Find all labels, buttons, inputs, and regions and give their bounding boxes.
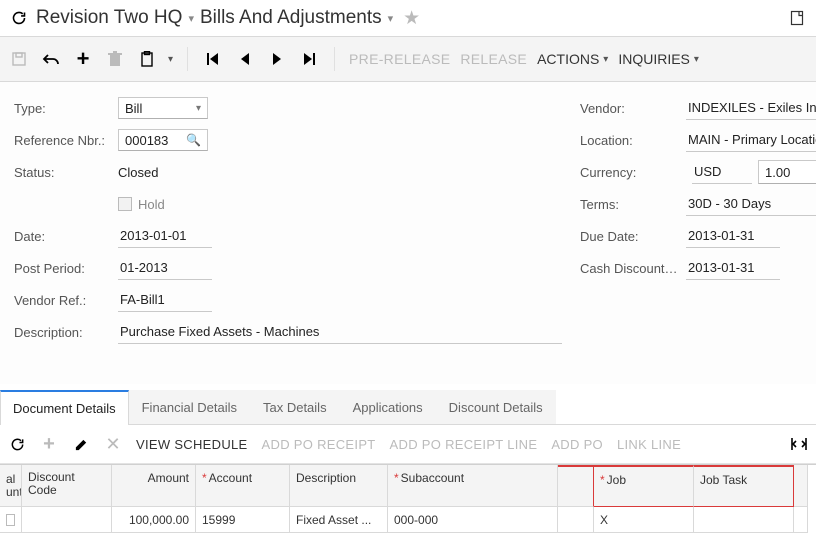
description-label: Description:: [14, 325, 118, 340]
tab-applications[interactable]: Applications: [340, 390, 436, 424]
add-icon[interactable]: +: [72, 48, 94, 70]
col-hdr-end: [794, 465, 808, 507]
clipboard-icon[interactable]: [136, 48, 158, 70]
nav-prev-icon[interactable]: [234, 48, 256, 70]
postperiod-field[interactable]: 01-2013: [118, 257, 212, 280]
currency-rate[interactable]: 1.00 ▾: [758, 160, 816, 184]
currency-label: Currency:: [580, 165, 686, 180]
col-hdr-account[interactable]: Account: [196, 465, 290, 507]
delete-icon: [104, 48, 126, 70]
chevron-down-icon[interactable]: ▾: [388, 12, 394, 25]
type-label: Type:: [14, 101, 118, 116]
refresh-icon[interactable]: [8, 7, 30, 29]
row-selector[interactable]: [6, 514, 15, 526]
cell-job-task[interactable]: [694, 507, 794, 533]
search-icon[interactable]: 🔍: [186, 133, 201, 147]
chevron-down-icon[interactable]: ▾: [188, 12, 194, 25]
location-label: Location:: [580, 133, 686, 148]
vendorref-field[interactable]: FA-Bill1: [118, 289, 212, 312]
view-schedule-button[interactable]: VIEW SCHEDULE: [136, 437, 248, 452]
postperiod-label: Post Period:: [14, 261, 118, 276]
grid-add-icon: +: [40, 435, 58, 453]
cell-end: [794, 507, 808, 533]
col-hdr-discount-code[interactable]: DiscountCode: [22, 465, 112, 507]
tab-document-details[interactable]: Document Details: [0, 390, 129, 425]
breadcrumb: Revision Two HQ ▾ Bills And Adjustments …: [36, 7, 420, 30]
grid-refresh-icon[interactable]: [8, 435, 26, 453]
vendor-label: Vendor:: [580, 101, 686, 116]
currency-code[interactable]: USD: [692, 161, 752, 184]
col-hdr-blank[interactable]: [558, 465, 594, 507]
prerelease-button: PRE-RELEASE: [349, 51, 450, 67]
status-label: Status:: [14, 165, 118, 180]
hold-checkbox: Hold: [118, 197, 165, 212]
vendorref-label: Vendor Ref.:: [14, 293, 118, 308]
fit-columns-icon[interactable]: [790, 435, 808, 453]
grid-edit-icon[interactable]: [72, 435, 90, 453]
table-row[interactable]: 100,000.00 15999 Fixed Asset ... 000-000…: [0, 507, 816, 533]
date-field[interactable]: 2013-01-01: [118, 225, 212, 248]
save-icon: [8, 48, 30, 70]
add-po-receipt-button: ADD PO RECEIPT: [262, 437, 376, 452]
actions-menu[interactable]: ACTIONS▾: [537, 51, 608, 67]
release-button: RELEASE: [460, 51, 527, 67]
location-field[interactable]: MAIN - Primary Location: [686, 129, 816, 152]
breadcrumb-page: Bills And Adjustments: [200, 7, 382, 29]
star-icon[interactable]: ★: [403, 7, 420, 30]
nav-next-icon[interactable]: [266, 48, 288, 70]
chevron-down-icon[interactable]: ▾: [168, 54, 173, 65]
cashdisc-label: Cash Discount…: [580, 261, 686, 276]
date-label: Date:: [14, 229, 118, 244]
cell-discount-code[interactable]: [22, 507, 112, 533]
cashdisc-field[interactable]: 2013-01-31: [686, 257, 780, 280]
add-po-button: ADD PO: [551, 437, 603, 452]
col-hdr-subaccount[interactable]: Subaccount: [388, 465, 558, 507]
col-hdr-job-task[interactable]: Job Task: [694, 465, 794, 507]
nav-last-icon[interactable]: [298, 48, 320, 70]
description-field[interactable]: Purchase Fixed Assets - Machines: [118, 321, 562, 344]
col-hdr-description[interactable]: Description: [290, 465, 388, 507]
inquiries-menu[interactable]: INQUIRIES▾: [618, 51, 699, 67]
cell-subaccount[interactable]: 000-000: [388, 507, 558, 533]
vendor-field[interactable]: INDEXILES - Exiles Indsysteme: [686, 97, 816, 120]
refnbr-label: Reference Nbr.:: [14, 133, 118, 148]
tab-discount-details[interactable]: Discount Details: [436, 390, 556, 424]
link-line-button: LINK LINE: [617, 437, 681, 452]
main-toolbar: + ▾ PRE-RELEASE RELEASE ACTIONS▾ INQUIRI…: [0, 37, 816, 82]
cell-amount[interactable]: 100,000.00: [112, 507, 196, 533]
cell-account[interactable]: 15999: [196, 507, 290, 533]
status-value: Closed: [118, 165, 208, 180]
details-grid: alunt DiscountCode Amount Account Descri…: [0, 464, 816, 533]
type-select[interactable]: Bill▾: [118, 97, 208, 119]
cell-blank[interactable]: [558, 507, 594, 533]
cell-description[interactable]: Fixed Asset ...: [290, 507, 388, 533]
refnbr-lookup[interactable]: 000183🔍: [118, 129, 208, 151]
grid-delete-icon: ✕: [104, 435, 122, 453]
duedate-field[interactable]: 2013-01-31: [686, 225, 780, 248]
notes-icon[interactable]: [786, 7, 808, 29]
cell-job[interactable]: X: [594, 507, 694, 533]
terms-field[interactable]: 30D - 30 Days: [686, 193, 816, 216]
tab-financial-details[interactable]: Financial Details: [129, 390, 250, 424]
nav-first-icon[interactable]: [202, 48, 224, 70]
col-hdr-amount[interactable]: Amount: [112, 465, 196, 507]
col-hdr-job[interactable]: Job: [594, 465, 694, 507]
undo-icon[interactable]: [40, 48, 62, 70]
col-hdr-partial[interactable]: alunt: [0, 465, 22, 507]
add-po-receipt-line-button: ADD PO RECEIPT LINE: [390, 437, 538, 452]
duedate-label: Due Date:: [580, 229, 686, 244]
breadcrumb-org[interactable]: Revision Two HQ: [36, 7, 182, 29]
tab-tax-details[interactable]: Tax Details: [250, 390, 340, 424]
detail-tabs: Document Details Financial Details Tax D…: [0, 390, 816, 425]
terms-label: Terms:: [580, 197, 686, 212]
